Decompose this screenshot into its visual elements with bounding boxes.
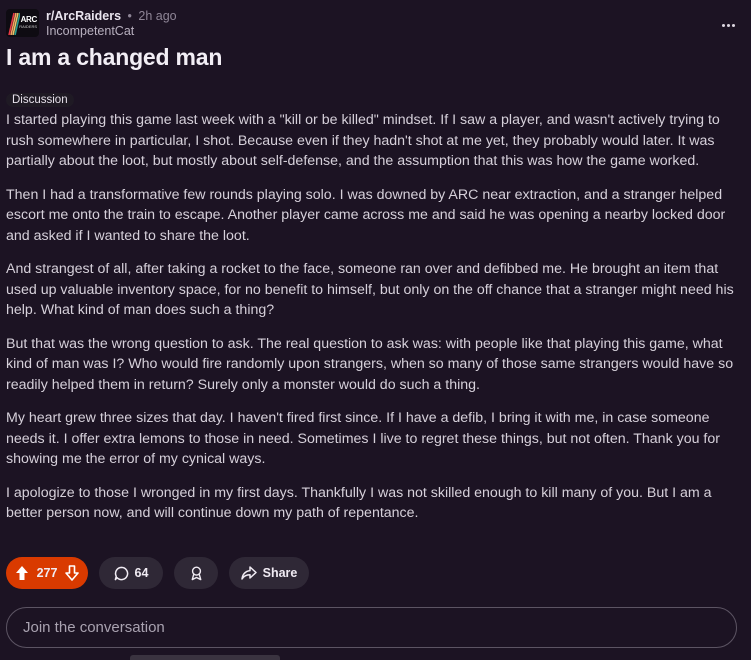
arrow-up-icon[interactable] <box>15 565 29 581</box>
vote-score: 277 <box>36 566 58 580</box>
post-title: I am a changed man <box>6 44 223 70</box>
arc-stripes-icon <box>8 12 20 35</box>
subreddit-link[interactable]: r/ArcRaiders <box>46 9 121 23</box>
avatar-logo-subtext: RAIDERS <box>19 24 37 29</box>
vote-pill: 277 <box>6 557 88 589</box>
avatar-logo-text: ARC <box>20 15 38 24</box>
body-paragraph: And strangest of all, after taking a roc… <box>6 261 734 318</box>
award-button[interactable] <box>174 557 218 589</box>
share-arrow-icon <box>240 566 257 580</box>
meta-separator: • <box>127 9 132 23</box>
body-paragraph: Then I had a transformative few rounds p… <box>6 186 726 244</box>
award-icon <box>189 565 204 581</box>
comment-bubble-icon <box>114 566 129 581</box>
comment-input[interactable]: Join the conversation <box>6 607 737 648</box>
subreddit-avatar[interactable]: ARC RAIDERS <box>6 9 39 37</box>
comments-button[interactable]: 64 <box>99 557 163 589</box>
post-body: I started playing this game last week wi… <box>6 110 742 537</box>
arrow-down-icon[interactable] <box>65 565 79 581</box>
body-paragraph: I apologize to those I wronged in my fir… <box>6 484 712 522</box>
post-meta: r/ArcRaiders • 2h ago IncompetentCat <box>46 9 177 39</box>
more-options-button[interactable] <box>720 14 735 32</box>
post-actions: 277 64 Share <box>6 557 309 589</box>
post-header: ARC RAIDERS r/ArcRaiders • 2h ago Incomp… <box>6 9 177 39</box>
post-time: 2h ago <box>138 9 177 23</box>
share-label: Share <box>262 566 298 580</box>
more-dots-icon <box>722 24 725 27</box>
more-dot <box>732 24 735 27</box>
body-paragraph: I started playing this game last week wi… <box>6 112 720 169</box>
comment-count: 64 <box>134 566 149 580</box>
scroll-indicator <box>130 655 280 660</box>
body-paragraph: But that was the wrong question to ask. … <box>6 335 734 393</box>
share-button[interactable]: Share <box>229 557 309 589</box>
comment-input-placeholder: Join the conversation <box>23 619 165 636</box>
post-flair[interactable]: Discussion <box>6 93 74 107</box>
more-dot <box>727 24 730 27</box>
author-link[interactable]: IncompetentCat <box>46 24 177 39</box>
body-paragraph: My heart grew three sizes that day. I ha… <box>6 410 720 467</box>
